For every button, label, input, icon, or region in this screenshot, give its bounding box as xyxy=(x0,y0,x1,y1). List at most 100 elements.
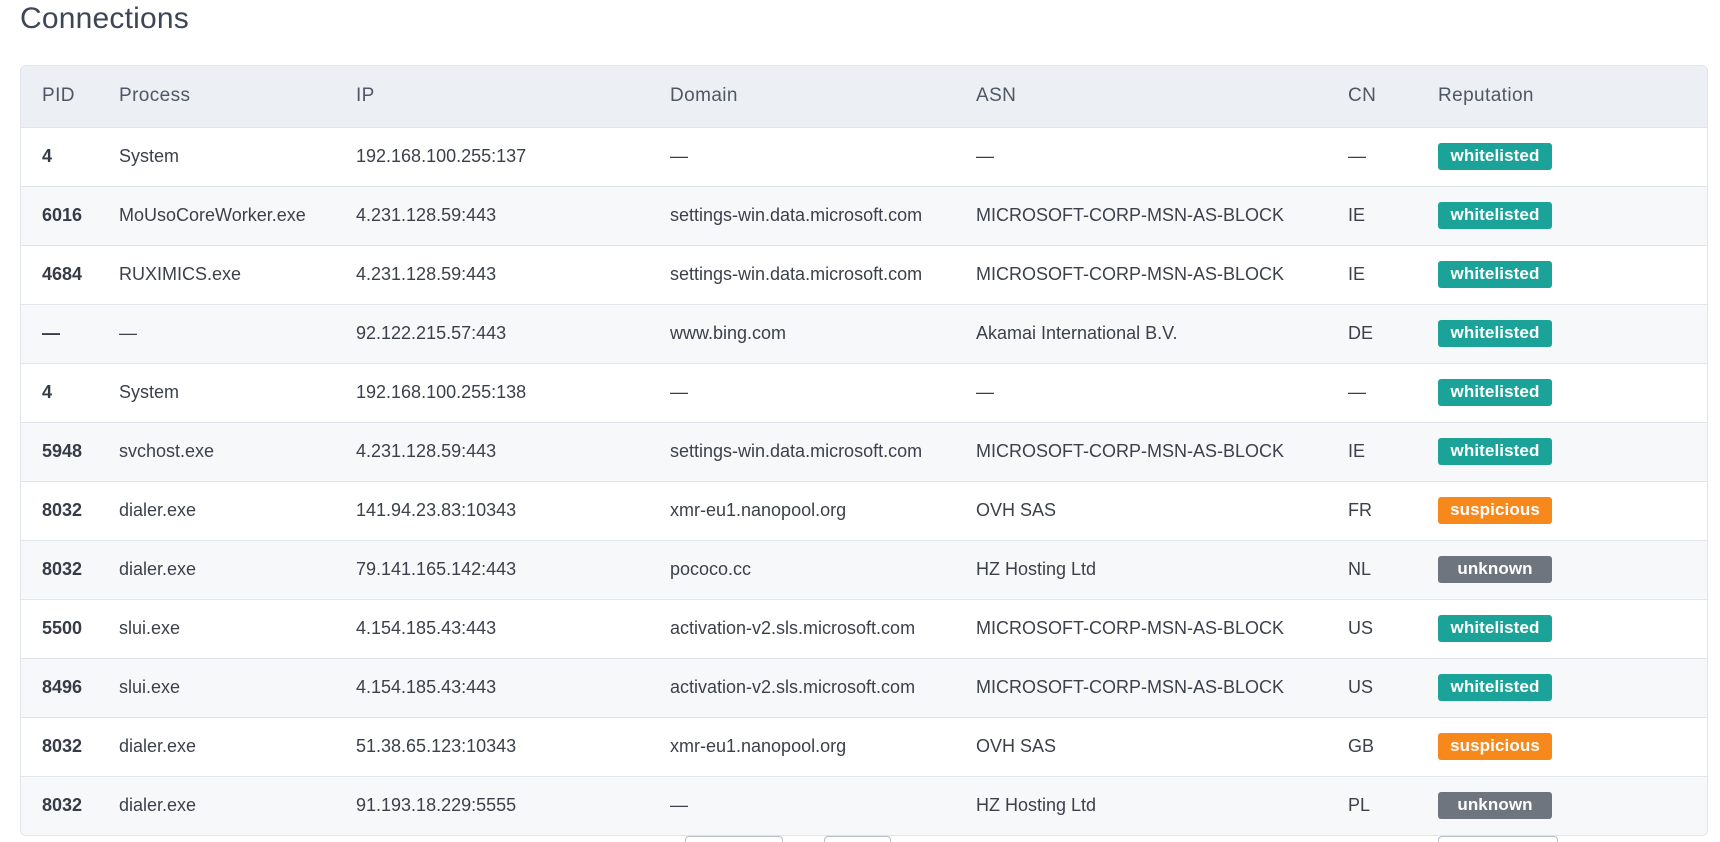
reputation-cell: whitelisted xyxy=(1417,422,1707,481)
column-header-reputation[interactable]: Reputation xyxy=(1417,66,1707,128)
pagination-button[interactable] xyxy=(1438,836,1558,842)
domain-cell[interactable]: settings-win.data.microsoft.com xyxy=(649,422,955,481)
table-row[interactable]: 4684 RUXIMICS.exe 4.231.128.59:443 setti… xyxy=(21,245,1707,304)
cn-cell: NL xyxy=(1348,559,1372,579)
ip-cell[interactable]: 192.168.100.255:137 xyxy=(335,127,649,186)
asn-cell: HZ Hosting Ltd xyxy=(976,795,1097,815)
domain-cell[interactable]: settings-win.data.microsoft.com xyxy=(649,245,955,304)
table-header-row: PID Process IP Domain ASN CN Reputation xyxy=(21,66,1707,128)
table-row[interactable]: 8032 dialer.exe 91.193.18.229:5555 — HZ … xyxy=(21,776,1707,835)
reputation-cell: unknown xyxy=(1417,540,1707,599)
domain-cell[interactable]: — xyxy=(649,776,955,835)
asn-cell: — xyxy=(976,382,994,402)
ip-cell[interactable]: 91.193.18.229:5555 xyxy=(335,776,649,835)
cn-cell: GB xyxy=(1348,736,1375,756)
column-header-cn[interactable]: CN xyxy=(1327,66,1417,128)
cn-cell: IE xyxy=(1348,441,1366,461)
ip-cell[interactable]: 141.94.23.83:10343 xyxy=(335,481,649,540)
process-cell: System xyxy=(119,146,180,166)
pid-cell: — xyxy=(42,323,60,343)
reputation-cell: whitelisted xyxy=(1417,127,1707,186)
column-header-ip[interactable]: IP xyxy=(335,66,649,128)
process-cell: slui.exe xyxy=(119,618,181,638)
process-cell: svchost.exe xyxy=(119,441,215,461)
table-row[interactable]: 8032 dialer.exe 141.94.23.83:10343 xmr-e… xyxy=(21,481,1707,540)
asn-cell: MICROSOFT-CORP-MSN-AS-BLOCK xyxy=(976,441,1285,461)
pagination-button[interactable] xyxy=(685,836,783,842)
table-row[interactable]: — — 92.122.215.57:443 www.bing.com Akama… xyxy=(21,304,1707,363)
pid-cell: 8032 xyxy=(42,736,83,756)
reputation-cell: whitelisted xyxy=(1417,363,1707,422)
asn-cell: — xyxy=(976,146,994,166)
domain-cell[interactable]: — xyxy=(649,363,955,422)
ip-cell[interactable]: 4.154.185.43:443 xyxy=(335,599,649,658)
ip-cell[interactable]: 4.231.128.59:443 xyxy=(335,422,649,481)
asn-cell: MICROSOFT-CORP-MSN-AS-BLOCK xyxy=(976,677,1285,697)
ip-cell[interactable]: 4.231.128.59:443 xyxy=(335,186,649,245)
domain-cell[interactable]: www.bing.com xyxy=(649,304,955,363)
table-body: 4 System 192.168.100.255:137 — — — white… xyxy=(21,127,1707,835)
asn-cell: OVH SAS xyxy=(976,500,1057,520)
ip-cell[interactable]: 92.122.215.57:443 xyxy=(335,304,649,363)
asn-cell: MICROSOFT-CORP-MSN-AS-BLOCK xyxy=(976,264,1285,284)
table-row[interactable]: 4 System 192.168.100.255:138 — — — white… xyxy=(21,363,1707,422)
pagination-button[interactable] xyxy=(824,836,891,842)
process-cell: dialer.exe xyxy=(119,795,197,815)
reputation-cell: whitelisted xyxy=(1417,599,1707,658)
pid-cell: 8032 xyxy=(42,500,83,520)
pid-cell: 5948 xyxy=(42,441,83,461)
table-row[interactable]: 8032 dialer.exe 79.141.165.142:443 pococ… xyxy=(21,540,1707,599)
table-row[interactable]: 4 System 192.168.100.255:137 — — — white… xyxy=(21,127,1707,186)
column-header-pid[interactable]: PID xyxy=(21,66,98,128)
pid-cell: 8496 xyxy=(42,677,83,697)
asn-cell: MICROSOFT-CORP-MSN-AS-BLOCK xyxy=(976,205,1285,225)
connections-page: Connections PID Process IP Domain ASN CN… xyxy=(0,0,1720,842)
table-row[interactable]: 5948 svchost.exe 4.231.128.59:443 settin… xyxy=(21,422,1707,481)
cn-cell: PL xyxy=(1348,795,1371,815)
table-row[interactable]: 6016 MoUsoCoreWorker.exe 4.231.128.59:44… xyxy=(21,186,1707,245)
domain-cell[interactable]: activation-v2.sls.microsoft.com xyxy=(649,599,955,658)
table-row[interactable]: 5500 slui.exe 4.154.185.43:443 activatio… xyxy=(21,599,1707,658)
connections-table-card: PID Process IP Domain ASN CN Reputation … xyxy=(20,65,1708,836)
table-row[interactable]: 8032 dialer.exe 51.38.65.123:10343 xmr-e… xyxy=(21,717,1707,776)
pid-cell: 8032 xyxy=(42,559,83,579)
domain-cell[interactable]: settings-win.data.microsoft.com xyxy=(649,186,955,245)
reputation-cell: unknown xyxy=(1417,776,1707,835)
reputation-cell: whitelisted xyxy=(1417,186,1707,245)
process-cell: MoUsoCoreWorker.exe xyxy=(119,205,306,225)
process-cell: RUXIMICS.exe xyxy=(119,264,242,284)
column-header-process[interactable]: Process xyxy=(98,66,335,128)
ip-cell[interactable]: 4.154.185.43:443 xyxy=(335,658,649,717)
pid-cell: 4 xyxy=(42,382,53,402)
column-header-asn[interactable]: ASN xyxy=(955,66,1327,128)
domain-cell[interactable]: xmr-eu1.nanopool.org xyxy=(649,717,955,776)
cn-cell: — xyxy=(1348,146,1366,166)
reputation-badge: whitelisted xyxy=(1438,674,1552,701)
ip-cell[interactable]: 51.38.65.123:10343 xyxy=(335,717,649,776)
cn-cell: FR xyxy=(1348,500,1372,520)
asn-cell: OVH SAS xyxy=(976,736,1057,756)
cn-cell: DE xyxy=(1348,323,1374,343)
reputation-cell: whitelisted xyxy=(1417,245,1707,304)
process-cell: slui.exe xyxy=(119,677,181,697)
domain-cell[interactable]: — xyxy=(649,127,955,186)
reputation-badge: suspicious xyxy=(1438,497,1552,524)
ip-cell[interactable]: 4.231.128.59:443 xyxy=(335,245,649,304)
process-cell: System xyxy=(119,382,180,402)
asn-cell: HZ Hosting Ltd xyxy=(976,559,1097,579)
process-cell: dialer.exe xyxy=(119,500,197,520)
domain-cell[interactable]: pococo.cc xyxy=(649,540,955,599)
ip-cell[interactable]: 79.141.165.142:443 xyxy=(335,540,649,599)
ip-cell[interactable]: 192.168.100.255:138 xyxy=(335,363,649,422)
domain-cell[interactable]: xmr-eu1.nanopool.org xyxy=(649,481,955,540)
cn-cell: US xyxy=(1348,618,1374,638)
reputation-cell: whitelisted xyxy=(1417,304,1707,363)
process-cell: dialer.exe xyxy=(119,559,197,579)
page-title: Connections xyxy=(20,2,189,35)
asn-cell: MICROSOFT-CORP-MSN-AS-BLOCK xyxy=(976,618,1285,638)
column-header-domain[interactable]: Domain xyxy=(649,66,955,128)
table-row[interactable]: 8496 slui.exe 4.154.185.43:443 activatio… xyxy=(21,658,1707,717)
pid-cell: 4684 xyxy=(42,264,83,284)
domain-cell[interactable]: activation-v2.sls.microsoft.com xyxy=(649,658,955,717)
reputation-badge: unknown xyxy=(1438,792,1552,819)
